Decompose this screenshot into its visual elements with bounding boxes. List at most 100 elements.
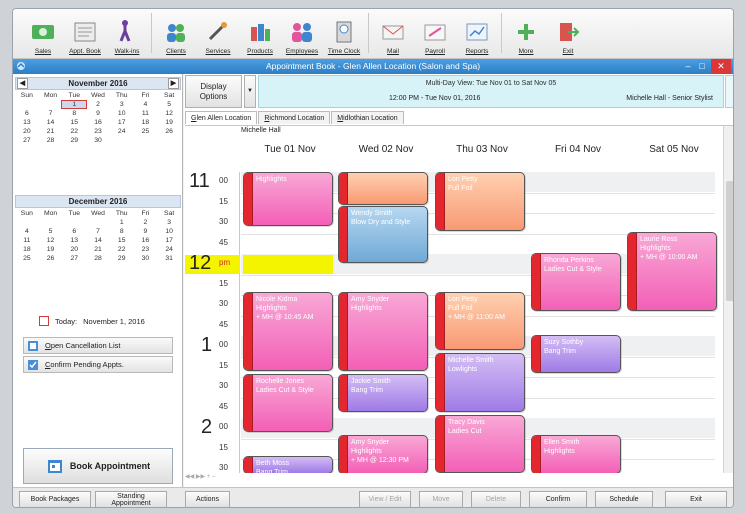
day-header[interactable]: Tue 01 Nov (245, 144, 335, 155)
open-cancellation-list-button[interactable]: Open Cancellation List (23, 337, 173, 354)
calendar-day[interactable]: 25 (15, 255, 39, 262)
book-appointment-button[interactable]: Book Appointment (23, 448, 173, 484)
appointment-block[interactable]: Laurie Ross Highlights + MH @ 10:00 AM (627, 232, 717, 312)
calendar-day[interactable]: 9 (134, 228, 158, 235)
appointment-block[interactable]: Highlights (243, 172, 333, 227)
appointment-block[interactable]: Lori Petty Full Foil + MH @ 11:00 AM (435, 291, 525, 351)
view-edit-button[interactable]: View / Edit (359, 491, 411, 507)
calendar-day[interactable]: 3 (157, 219, 181, 226)
calendar-day[interactable]: 21 (39, 128, 63, 135)
appointment-block[interactable]: Wendy Smith Blow Dry and Style (338, 205, 428, 264)
calendar-day[interactable]: 30 (86, 137, 110, 144)
toolbar-employees-button[interactable]: Employees (282, 11, 322, 55)
appointment-block[interactable] (338, 172, 428, 205)
appointment-block[interactable]: Lori Petty Full Foil (435, 172, 525, 232)
calendar-day[interactable]: 27 (62, 255, 86, 262)
calendar-day[interactable]: 18 (134, 119, 158, 126)
calendar-day[interactable]: 20 (62, 246, 86, 253)
toolbar-payroll-button[interactable]: Payroll (415, 11, 455, 55)
calendar-day[interactable]: 11 (134, 110, 158, 117)
calendar-day[interactable]: 3 (110, 101, 134, 108)
calendar-day[interactable]: 23 (86, 128, 110, 135)
appointment-block[interactable]: Jackie Smith Bang Trim (338, 373, 428, 412)
confirm-button[interactable]: Confirm (529, 491, 587, 507)
calendar-day[interactable]: 5 (39, 228, 63, 235)
calendar-day[interactable]: 19 (39, 246, 63, 253)
day-header[interactable]: Thu 03 Nov (437, 144, 527, 155)
calendar-day[interactable]: 8 (62, 110, 86, 117)
calendar-day[interactable]: 10 (110, 110, 134, 117)
toolbar-services-button[interactable]: Services (198, 11, 238, 55)
calendar-day[interactable]: 15 (110, 237, 134, 244)
move-button[interactable]: Move (419, 491, 463, 507)
toolbar-sales-button[interactable]: Sales (23, 11, 63, 55)
day-header[interactable]: Sat 05 Nov (629, 144, 719, 155)
calendar-day[interactable]: 14 (86, 237, 110, 244)
appointment-block[interactable]: Beth Moss Bang Trim (243, 455, 333, 473)
calendar-day[interactable]: 1 (61, 100, 88, 109)
calendar-day[interactable]: 9 (86, 110, 110, 117)
calendar-day[interactable]: 12 (39, 237, 63, 244)
calendar-day[interactable]: 17 (110, 119, 134, 126)
appointment-block[interactable]: Tracy Davis Ladies Cut (435, 414, 525, 473)
toolbar-products-button[interactable]: Products (240, 11, 280, 55)
calendar-day[interactable]: 6 (15, 110, 39, 117)
calendar-day[interactable]: 4 (15, 228, 39, 235)
calendar-day[interactable]: 10 (157, 228, 181, 235)
confirm-pending-appts-button[interactable]: Confirm Pending Appts. (23, 356, 173, 373)
calendar-day[interactable]: 29 (110, 255, 134, 262)
next-month-button[interactable]: ▶ (168, 78, 179, 89)
calendar-day[interactable]: 2 (134, 219, 158, 226)
minimize-button[interactable]: – (681, 59, 695, 74)
appointment-block[interactable]: Suzy Sothby Bang Trim (531, 334, 621, 373)
standing-appointment-button[interactable]: Standing Appointment (95, 491, 167, 507)
toolbar-clients-button[interactable]: Clients (156, 11, 196, 55)
calendar-day[interactable]: 24 (110, 128, 134, 135)
tab-richmond[interactable]: Richmond Location (258, 111, 331, 124)
vertical-scrollbar[interactable] (723, 126, 733, 473)
toolbar-more-button[interactable]: More (506, 11, 546, 55)
prev-month-button[interactable]: ◀ (17, 78, 28, 89)
calendar-day[interactable]: 26 (39, 255, 63, 262)
appointment-block[interactable]: Nicole Kidma Highlights + MH @ 10:45 AM (243, 291, 333, 371)
toolbar-exit-button[interactable]: Exit (548, 11, 588, 55)
calendar-day[interactable]: 11 (15, 237, 39, 244)
display-options-button[interactable]: Display Options (185, 75, 242, 108)
calendar-day[interactable]: 26 (157, 128, 181, 135)
horizontal-scroll-controls[interactable]: ◀◀ ▶▶ + – (185, 473, 245, 481)
appointment-block[interactable]: Rochelle Jones Ladies Cut & Style (243, 373, 333, 433)
delete-button[interactable]: Delete (471, 491, 521, 507)
appointment-block[interactable]: Amy Snyder Highlights (338, 291, 428, 371)
calendar-day[interactable]: 17 (157, 237, 181, 244)
appointment-block[interactable]: Amy Snyder Highlights + MH @ 12:30 PM (338, 435, 428, 473)
calendar-day[interactable]: 20 (15, 128, 39, 135)
calendar-day[interactable]: 12 (157, 110, 181, 117)
calendar-day[interactable]: 6 (62, 228, 86, 235)
appointment-block[interactable]: Ellen Smith Highlights (531, 435, 621, 473)
book-packages-button[interactable]: Book Packages (19, 491, 91, 507)
toolbar-walk-ins-button[interactable]: Walk-ins (107, 11, 147, 55)
calendar-day[interactable]: 15 (62, 119, 86, 126)
toolbar-appt-book-button[interactable]: Appt. Book (65, 11, 105, 55)
calendar-day[interactable]: 27 (15, 137, 39, 144)
calendar-day[interactable]: 16 (134, 237, 158, 244)
schedule-button[interactable]: Schedule (595, 491, 653, 507)
toolbar-mail-button[interactable]: Mail (373, 11, 413, 55)
calendar-day[interactable]: 1 (110, 219, 134, 226)
calendar-day[interactable]: 23 (134, 246, 158, 253)
appointment-block[interactable]: Michelle Smith Lowlights (435, 353, 525, 412)
toolbar-time-clock-button[interactable]: Time Clock (324, 11, 364, 55)
calendar-day[interactable]: 4 (134, 101, 158, 108)
calendar-day[interactable]: 29 (62, 137, 86, 144)
toolbar-reports-button[interactable]: Reports (457, 11, 497, 55)
tab-midlothian[interactable]: Midlothian Location (331, 111, 404, 124)
day-header[interactable]: Fri 04 Nov (533, 144, 623, 155)
calendar-day[interactable]: 28 (39, 137, 63, 144)
day-header[interactable]: Wed 02 Nov (341, 144, 431, 155)
calendar-day[interactable]: 30 (134, 255, 158, 262)
appointment-block[interactable]: Rhonda Perkins Ladies Cut & Style (531, 252, 621, 312)
calendar-day[interactable]: 22 (110, 246, 134, 253)
today-indicator[interactable]: Today: November 1, 2016 (39, 316, 145, 326)
calendar-day[interactable]: 24 (157, 246, 181, 253)
calendar-day[interactable]: 22 (62, 128, 86, 135)
